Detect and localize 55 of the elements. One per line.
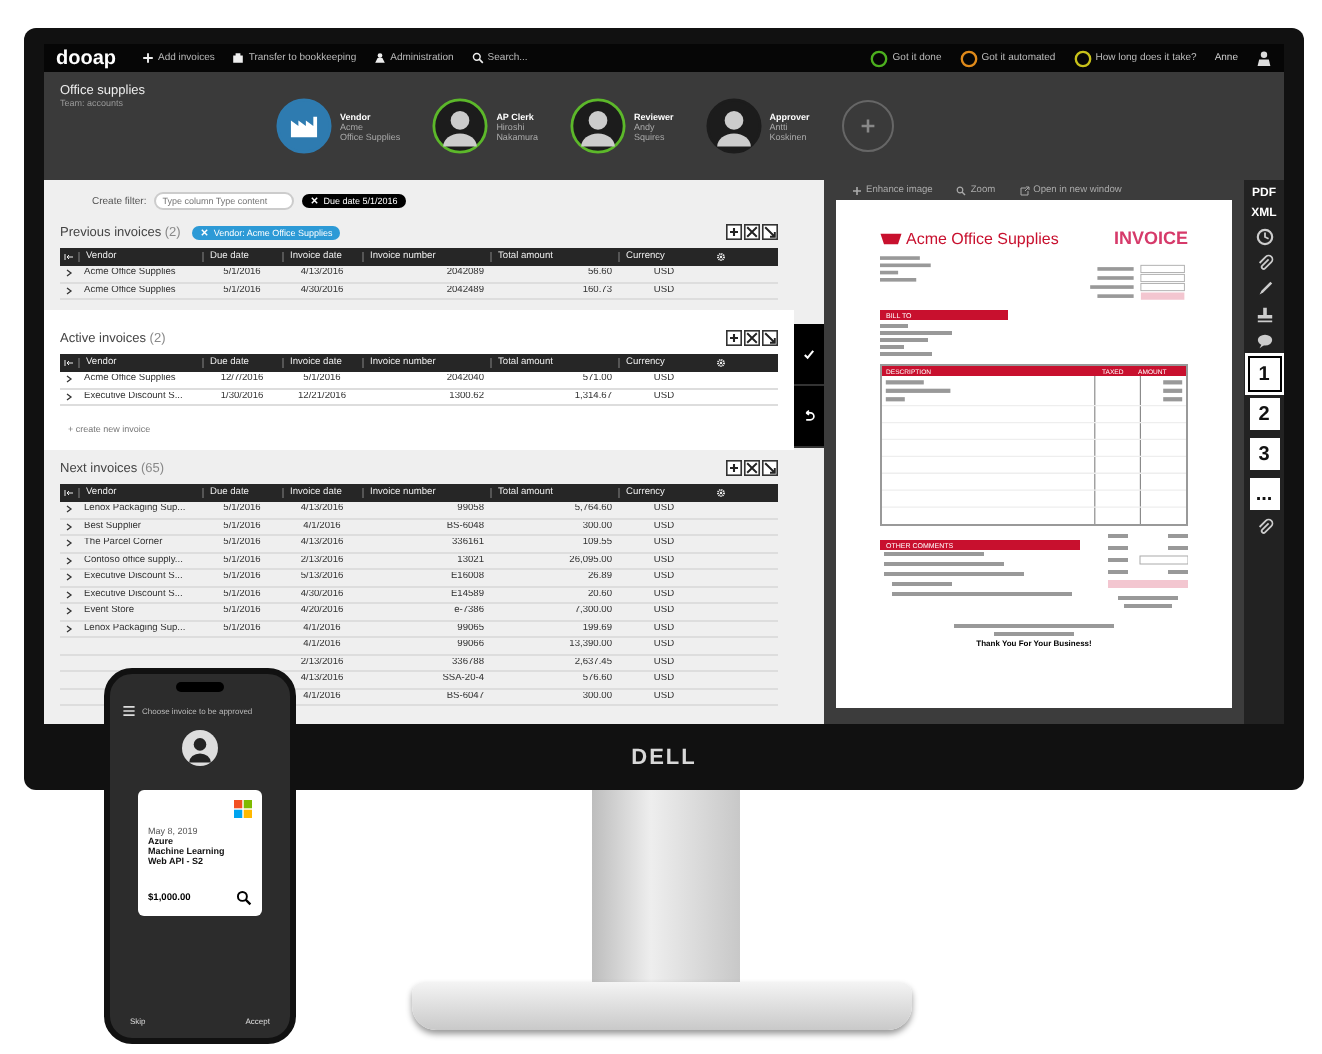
camera-notch [176, 682, 224, 692]
comment-icon [1255, 332, 1273, 350]
window-icon [1019, 185, 1030, 195]
close-icon [310, 196, 320, 206]
close-icon [200, 227, 210, 237]
clock-icon [1255, 228, 1273, 246]
plus-icon [852, 185, 862, 195]
collapse-icon [64, 252, 74, 262]
user-icon[interactable] [1256, 50, 1272, 66]
plus-icon [142, 52, 154, 64]
four-squares-icon [234, 800, 252, 818]
bowl-logo-icon [880, 231, 902, 245]
undo-icon [802, 409, 816, 423]
resize-icon[interactable] [762, 330, 778, 346]
company-name: Acme Office Supplies [906, 229, 1059, 247]
clip-icon [1255, 518, 1273, 536]
pen-icon [1255, 280, 1273, 298]
search-icon [471, 52, 484, 64]
pen-button[interactable] [1255, 280, 1273, 298]
stamp-button[interactable] [1255, 306, 1273, 324]
app-logo: dooap [56, 47, 116, 69]
menu-icon [122, 704, 136, 718]
search-icon [956, 185, 967, 195]
add-column-icon[interactable] [726, 224, 742, 240]
invoice-title: INVOICE [1113, 228, 1188, 248]
settings-icon [715, 252, 725, 262]
stamp-icon [1255, 306, 1273, 324]
collapse-icon [64, 488, 74, 498]
clip-button[interactable] [1255, 518, 1273, 536]
page-button[interactable]: ... [1249, 478, 1279, 510]
expand-icon[interactable] [744, 224, 760, 240]
settings-icon [715, 488, 725, 498]
bill-to-address-drawing [880, 324, 952, 356]
brand-logo: DELL [631, 745, 697, 769]
totals-drawing [1108, 532, 1188, 612]
clip-icon [1255, 254, 1273, 272]
page-button[interactable]: 1 [1249, 358, 1279, 390]
resize-icon[interactable] [762, 224, 778, 240]
comment-button[interactable] [1255, 332, 1273, 350]
search-icon [236, 890, 252, 906]
settings-icon [715, 358, 725, 368]
plus-icon [859, 118, 876, 134]
add-column-icon[interactable] [726, 330, 742, 346]
admin-icon [374, 52, 387, 64]
person-avatar-icon [182, 730, 218, 766]
resize-icon[interactable] [762, 460, 778, 476]
collapse-icon [64, 358, 74, 368]
page-button[interactable]: 3 [1249, 438, 1279, 470]
page-button[interactable]: 2 [1249, 398, 1279, 430]
add-column-icon[interactable] [726, 460, 742, 476]
clip-button[interactable] [1255, 254, 1273, 272]
check-icon [802, 347, 816, 361]
expand-icon[interactable] [744, 460, 760, 476]
expand-icon[interactable] [744, 330, 760, 346]
clock-button[interactable] [1255, 228, 1273, 246]
